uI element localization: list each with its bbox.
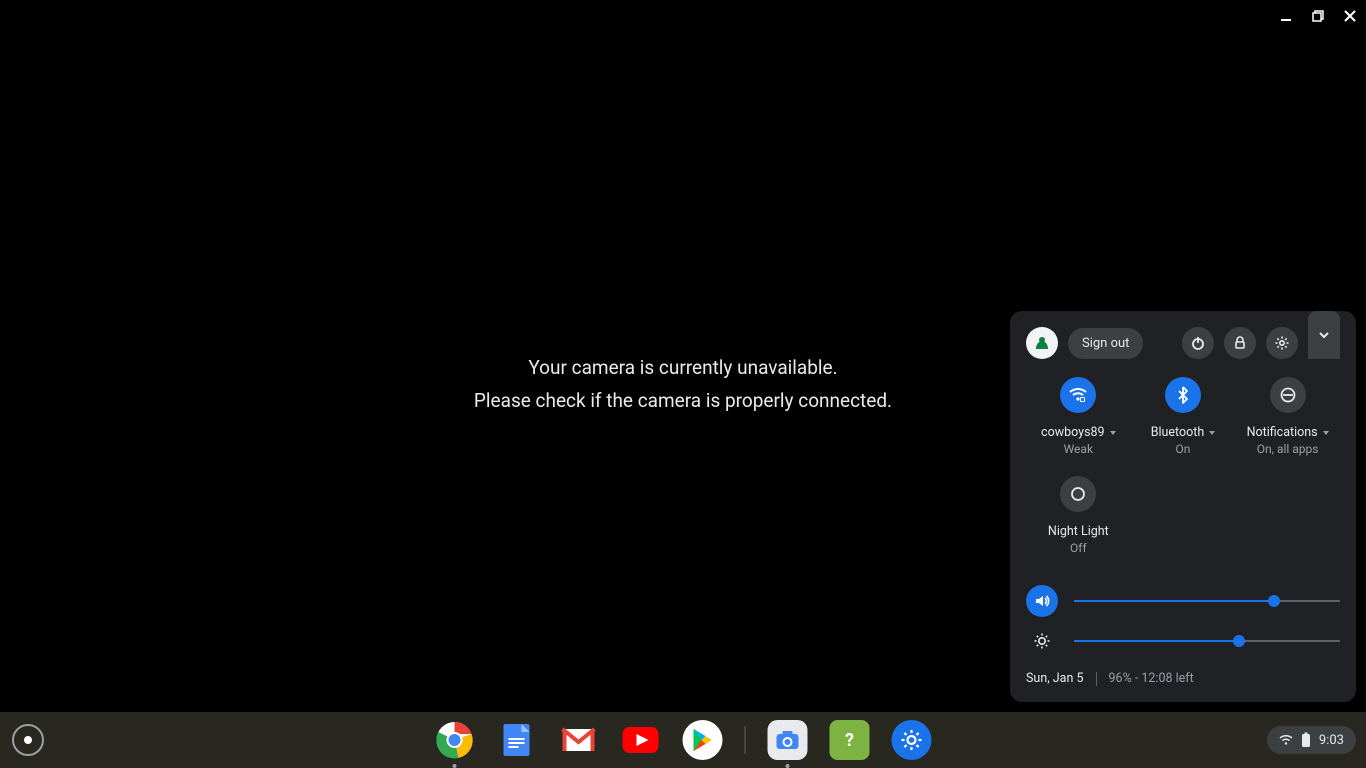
launcher-button[interactable]	[12, 724, 44, 756]
youtube-app[interactable]	[621, 720, 661, 760]
notifications-sublabel: On, all apps	[1257, 442, 1319, 456]
night-light-sublabel: Off	[1070, 541, 1087, 555]
qs-battery: 96% - 12:08 left	[1109, 671, 1194, 686]
gmail-app[interactable]	[559, 720, 599, 760]
battery-status-icon	[1301, 732, 1311, 748]
settings-button[interactable]	[1266, 327, 1298, 359]
brightness-row	[1026, 625, 1340, 657]
status-area[interactable]: 9:03	[1267, 726, 1356, 754]
lock-button[interactable]	[1224, 327, 1256, 359]
close-button[interactable]	[1342, 8, 1358, 24]
wifi-status-icon	[1279, 733, 1293, 747]
volume-row	[1026, 585, 1340, 617]
shelf: ? 9:03	[0, 712, 1366, 768]
chrome-app[interactable]	[435, 720, 475, 760]
sign-out-button[interactable]: Sign out	[1068, 328, 1143, 359]
power-button[interactable]	[1182, 327, 1214, 359]
notifications-tile: Notifications On, all apps	[1235, 377, 1340, 456]
qs-divider	[1096, 672, 1097, 686]
help-app[interactable]: ?	[830, 720, 870, 760]
volume-slider[interactable]	[1074, 600, 1340, 602]
qs-tiles: cowboys89 Weak Bluetooth On Notification…	[1026, 377, 1340, 575]
camera-app[interactable]	[768, 720, 808, 760]
night-light-label[interactable]: Night Light	[1048, 524, 1109, 539]
night-light-label-text: Night Light	[1048, 524, 1109, 539]
volume-thumb[interactable]	[1268, 595, 1280, 607]
user-avatar[interactable]	[1026, 327, 1058, 359]
camera-error-line2: Please check if the camera is properly c…	[474, 389, 892, 412]
qs-footer: Sun, Jan 5 96% - 12:08 left	[1026, 671, 1340, 686]
volume-fill	[1074, 600, 1274, 602]
launcher-icon	[24, 736, 32, 744]
play-store-app[interactable]	[683, 720, 723, 760]
restore-button[interactable]	[1310, 8, 1326, 24]
wifi-label[interactable]: cowboys89	[1041, 425, 1116, 440]
brightness-slider[interactable]	[1074, 640, 1340, 642]
window-controls	[1278, 8, 1358, 24]
night-light-tile: Night Light Off	[1026, 476, 1131, 555]
qs-header: Sign out	[1026, 327, 1340, 359]
caret-down-icon	[1110, 431, 1116, 435]
volume-button[interactable]	[1026, 585, 1058, 617]
brightness-fill	[1074, 640, 1239, 642]
caret-down-icon	[1323, 431, 1329, 435]
docs-app[interactable]	[497, 720, 537, 760]
wifi-sublabel: Weak	[1064, 442, 1093, 456]
collapse-button[interactable]	[1308, 311, 1340, 359]
night-light-toggle[interactable]	[1060, 476, 1096, 512]
camera-error-message: Your camera is currently unavailable. Pl…	[474, 356, 892, 412]
settings-app[interactable]	[892, 720, 932, 760]
status-time: 9:03	[1319, 733, 1344, 748]
minimize-button[interactable]	[1278, 8, 1294, 24]
notifications-label-text: Notifications	[1247, 425, 1318, 440]
app-running-indicator	[786, 764, 790, 768]
brightness-thumb[interactable]	[1233, 635, 1245, 647]
quick-settings-panel: Sign out cowboys89 Weak Bluetooth On	[1010, 311, 1356, 702]
bluetooth-label[interactable]: Bluetooth	[1151, 425, 1216, 440]
bluetooth-tile: Bluetooth On	[1131, 377, 1236, 456]
wifi-toggle[interactable]	[1060, 377, 1096, 413]
bluetooth-label-text: Bluetooth	[1151, 425, 1205, 440]
svg-text:?: ?	[845, 730, 854, 751]
camera-error-line1: Your camera is currently unavailable.	[474, 356, 892, 379]
shelf-apps: ?	[435, 720, 932, 760]
notifications-toggle[interactable]	[1270, 377, 1306, 413]
qs-date: Sun, Jan 5	[1026, 671, 1084, 686]
bluetooth-toggle[interactable]	[1165, 377, 1201, 413]
brightness-button[interactable]	[1026, 625, 1058, 657]
shelf-divider	[745, 726, 746, 754]
caret-down-icon	[1209, 431, 1215, 435]
wifi-tile: cowboys89 Weak	[1026, 377, 1131, 456]
wifi-label-text: cowboys89	[1041, 425, 1105, 440]
app-running-indicator	[453, 764, 457, 768]
notifications-label[interactable]: Notifications	[1247, 425, 1329, 440]
bluetooth-sublabel: On	[1176, 442, 1191, 456]
